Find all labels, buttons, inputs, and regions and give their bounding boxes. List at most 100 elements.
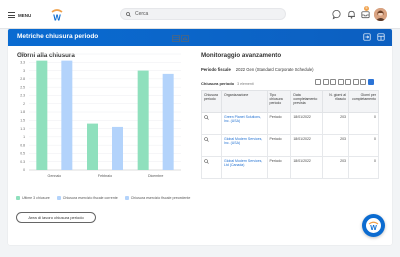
close-type-cell: Periodo — [266, 156, 292, 179]
days-to-release-cell: 203 — [322, 112, 349, 135]
chart-options-icon[interactable] — [181, 35, 189, 42]
search-icon — [126, 11, 131, 17]
organization-link[interactable]: Green Planet Solutions, Inc. (USA) — [224, 115, 261, 123]
menu-button[interactable]: MENU — [8, 10, 38, 20]
chat-icon[interactable] — [331, 9, 342, 20]
close-type-cell: Periodo — [266, 112, 292, 135]
hamburger-icon — [8, 12, 15, 18]
organization-cell: Green Planet Solutions, Inc. (USA) — [220, 112, 268, 135]
column-header[interactable]: Data completamento prevista — [290, 90, 324, 113]
organization-cell: Global Modern Services, Inc. (USA) — [220, 134, 268, 157]
legend-item[interactable]: Ultime 3 chiusure — [16, 196, 50, 200]
table-view-icon[interactable] — [172, 35, 180, 42]
zoom-cell — [201, 112, 222, 135]
chart-view-icon[interactable] — [360, 79, 366, 85]
assistant-button[interactable]: W — [362, 214, 385, 237]
table-row: Green Planet Solutions, Inc. (USA) Period… — [201, 112, 380, 135]
pdf-export-icon[interactable] — [322, 79, 329, 85]
bar — [61, 60, 73, 170]
page-header: Metriche chiusura periodo — [8, 29, 392, 46]
expected-date-cell: 18/01/2022 — [290, 156, 324, 179]
svg-text:W: W — [53, 14, 61, 23]
fiscal-period-value: 2022 Gen (Standard Corporate Schedule) — [235, 67, 314, 72]
days-to-complete-cell: 0 — [347, 112, 380, 135]
table-header-row: Chiusura periodo Organizzazione Tipo chi… — [201, 90, 380, 113]
chart-legend: Ultime 3 chiusure Chiusura esercizio fisc… — [16, 196, 190, 200]
export-icon[interactable] — [363, 33, 371, 41]
close-type-cell: Periodo — [266, 134, 292, 157]
organization-link[interactable]: Global Modern Services, Inc. (USA) — [224, 137, 262, 145]
workday-logo[interactable]: W — [50, 8, 64, 22]
expected-date-cell: 18/01/2022 — [290, 134, 324, 157]
zoom-cell — [201, 156, 222, 179]
legend-swatch — [16, 196, 20, 200]
x-tick-label: Febbraio — [98, 174, 112, 178]
column-header[interactable]: N. giorni al rilascio — [322, 90, 349, 113]
table-row: Global Modern Services, Ltd (Canada) Peri… — [201, 156, 380, 179]
y-tick-label: 2.5 — [20, 85, 25, 89]
x-tick-label: Dicembre — [148, 174, 163, 178]
organization-link[interactable]: Global Modern Services, Ltd (Canada) — [224, 159, 262, 167]
progress-monitoring-title: Monitoraggio avanzamento — [201, 52, 282, 59]
layout-icon[interactable] — [377, 33, 385, 41]
y-tick-label: 3.5 — [20, 52, 25, 56]
y-tick-label: 0.3 — [20, 160, 25, 164]
legend-item[interactable]: Chiusura esercizio fiscale precedente — [124, 196, 191, 200]
y-tick-label: 2.3 — [20, 94, 25, 98]
column-header[interactable]: Tipo chiusura periodo — [266, 90, 292, 113]
grid-view-icon[interactable] — [367, 79, 374, 85]
column-header[interactable]: Organizzazione — [220, 90, 268, 113]
days-to-release-cell: 203 — [322, 134, 349, 157]
bar — [36, 60, 48, 170]
columns-icon[interactable] — [345, 79, 351, 85]
profile-photo-icon — [374, 8, 387, 21]
y-tick-label: 1.3 — [20, 127, 25, 131]
search-input[interactable]: Cerca — [120, 8, 286, 20]
user-avatar[interactable] — [374, 8, 387, 21]
legend-label: Chiusura esercizio fiscale precedente — [130, 196, 191, 200]
y-tick-label: 0 — [23, 168, 25, 172]
sort-icon[interactable] — [337, 79, 344, 85]
y-tick-label: 0.5 — [20, 152, 25, 156]
organization-cell: Global Modern Services, Ltd (Canada) — [220, 156, 268, 179]
days-to-release-cell: 203 — [322, 156, 349, 179]
legend-item[interactable]: Chiusura esercizio fiscale corrente — [56, 196, 118, 200]
legend-label: Ultime 3 chiusure — [22, 196, 50, 200]
y-tick-label: 3.3 — [20, 60, 25, 64]
period-close-workspace-button[interactable]: Area di lavoro chiusura periodo — [16, 212, 96, 223]
zoom-icon[interactable] — [204, 137, 209, 142]
workday-assistant-icon: W — [366, 218, 381, 233]
bar — [112, 126, 123, 170]
zoom-icon[interactable] — [204, 159, 209, 164]
column-header[interactable]: Giorni per completamento — [347, 90, 380, 113]
search-placeholder: Cerca — [135, 11, 149, 17]
column-header[interactable]: Chiusura periodo — [201, 90, 222, 113]
menu-label: MENU — [18, 12, 32, 18]
legend-swatch — [56, 196, 61, 200]
excel-export-icon[interactable] — [315, 79, 321, 85]
y-tick-label: 2 — [23, 102, 25, 106]
filter-icon[interactable] — [330, 79, 336, 85]
fiscal-period-label: Periodo fiscale — [201, 67, 231, 72]
y-tick-label: 1.8 — [20, 110, 25, 114]
days-to-complete-cell: 0 — [347, 134, 380, 157]
bar — [87, 123, 98, 170]
table-count: 3 elementi — [237, 82, 254, 86]
fullscreen-icon[interactable] — [352, 79, 359, 85]
svg-text:W: W — [370, 225, 377, 232]
table-header: Chiusura periodo 3 elementi — [201, 81, 254, 86]
y-tick-label: 0.8 — [20, 143, 25, 147]
days-to-close-chart: 0 0.3 0.5 0.8 1 1.3 1.5 1.8 2 2.3 2.5 2.8 3 3.3 3.5 Gen… — [20, 52, 181, 178]
chart-toolbar — [172, 35, 190, 43]
page-title: Metriche chiusura periodo — [17, 33, 99, 40]
legend-swatch — [124, 196, 129, 200]
zoom-icon[interactable] — [204, 115, 209, 120]
y-tick-label: 1.5 — [20, 118, 25, 122]
y-tick-label: 2.8 — [20, 77, 25, 81]
expected-date-cell: 18/01/2022 — [290, 112, 324, 135]
table-row: Global Modern Services, Inc. (USA) Period… — [201, 134, 380, 157]
fiscal-period-field: Periodo fiscale 2022 Gen (Standard Corpo… — [201, 67, 314, 72]
notifications-icon[interactable] — [346, 9, 357, 20]
zoom-cell — [201, 134, 222, 157]
bar — [137, 70, 149, 170]
